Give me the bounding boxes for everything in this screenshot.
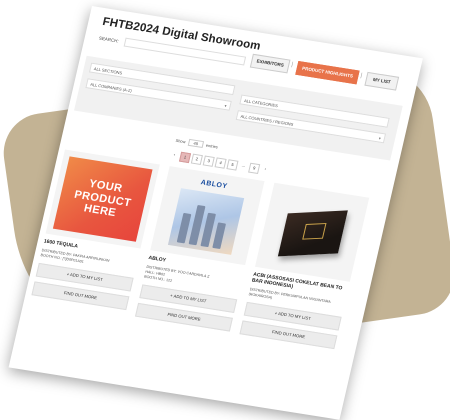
product-image[interactable]: ABLOY — [150, 166, 265, 266]
countries-select-value: ALL COUNTRIES / REGIONS — [240, 113, 294, 127]
product-image[interactable]: YOUR PRODUCT HERE — [45, 149, 160, 249]
nav-separator: | — [290, 61, 294, 69]
prev-page-button[interactable]: ‹ — [170, 150, 180, 159]
page-button-9[interactable]: 9 — [248, 162, 261, 175]
product-photo — [277, 210, 348, 257]
page-button-5[interactable]: 5 — [226, 159, 239, 171]
nav-separator: | — [359, 72, 363, 80]
chevron-down-icon: ▾ — [378, 135, 382, 141]
sections-select-value: ALL SECTIONS — [93, 66, 123, 76]
entries-count-select[interactable]: 48 — [187, 138, 204, 148]
page-button-2[interactable]: 2 — [190, 153, 203, 165]
product-image[interactable] — [254, 182, 370, 282]
page-button-4[interactable]: 4 — [214, 157, 227, 169]
categories-select-value: ALL CATEGORIES — [243, 98, 279, 109]
product-highlights-button[interactable]: PRODUCT HIGHLIGHTS — [295, 60, 360, 85]
companies-select-value: ALL COMPANIES (A-Z) — [89, 81, 133, 94]
chevron-down-icon: ▾ — [224, 103, 228, 109]
product-placeholder: YOUR PRODUCT HERE — [52, 156, 153, 242]
entries-suffix-label: entries — [205, 142, 219, 150]
page-button-3[interactable]: 3 — [202, 155, 215, 167]
page-ellipsis: … — [241, 162, 247, 168]
booth-value: 122 — [165, 278, 173, 283]
page-button-1[interactable]: 1 — [178, 151, 192, 164]
entries-show-label: Show — [175, 137, 187, 145]
next-page-button[interactable]: › — [260, 165, 270, 174]
my-list-button[interactable]: MY LIST — [364, 71, 400, 91]
product-photo — [167, 188, 245, 255]
showroom-window: FHTB2024 Digital Showroom SEARCH: EXHIBI… — [8, 6, 423, 420]
abloy-logo: ABLOY — [199, 179, 229, 191]
entries-control: Show 48 entries — [175, 137, 219, 151]
search-label: SEARCH: — [98, 35, 120, 44]
product-card: ACBI (ASSOSASI COKELAT BEAN TO BAR INDON… — [239, 182, 370, 350]
exhibitors-button[interactable]: EXHIBITORS — [249, 53, 291, 74]
distributor-value: VOO CARDAVILA Z — [177, 269, 210, 279]
